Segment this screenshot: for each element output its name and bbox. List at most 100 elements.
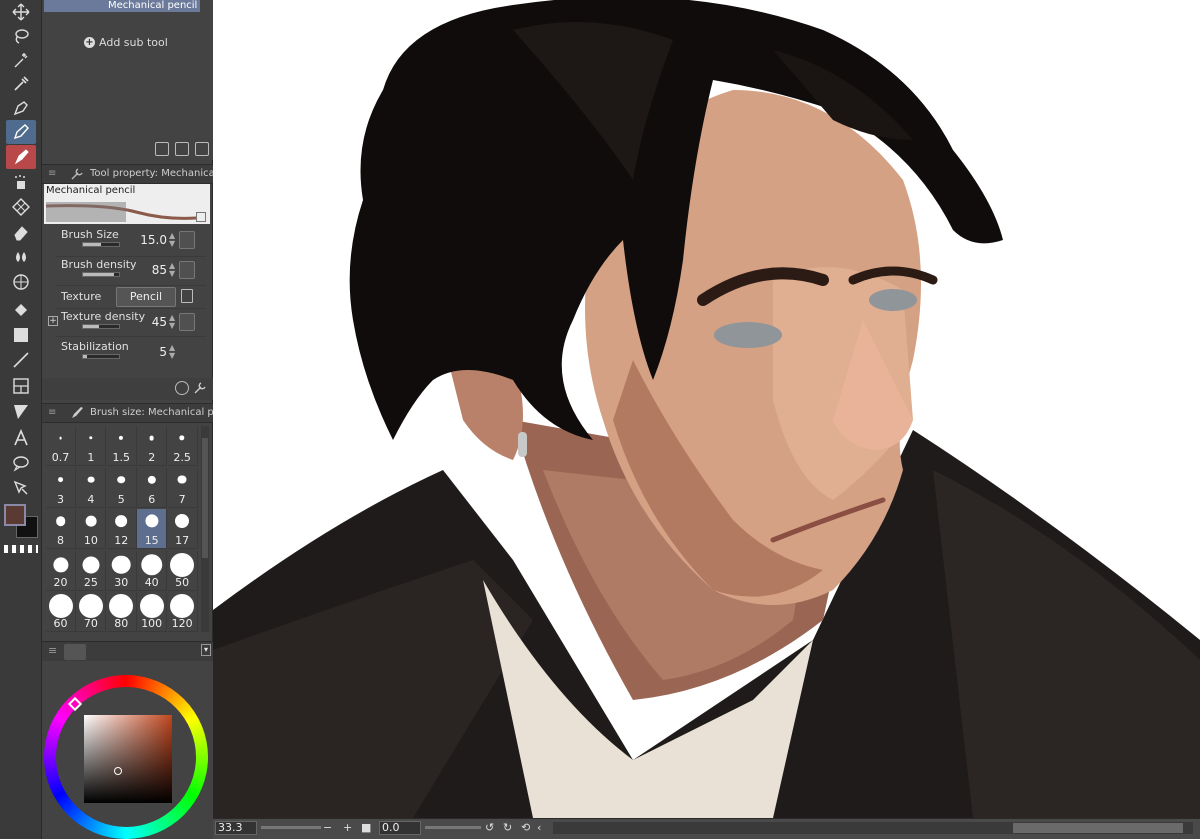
tab-color-wheel[interactable] [64,644,86,660]
trash-icon[interactable] [181,289,193,303]
brush-size-cell[interactable]: 30 [106,550,137,591]
brush-size-cell[interactable]: 40 [137,550,168,591]
brush-size-cell[interactable]: 60 [46,592,76,632]
line-tool-icon[interactable] [6,348,36,372]
airbrush-tool-icon[interactable] [6,170,36,194]
brush-size-cell[interactable]: 0.7 [46,426,76,466]
balloon-tail-tool-icon[interactable] [6,400,36,424]
chevron-down-icon[interactable]: ▾ [201,644,211,656]
sv-marker[interactable] [114,767,122,775]
brush-size-cell[interactable]: 80 [106,592,137,632]
brush-size-cell[interactable]: 1.5 [106,426,137,466]
scrollbar-thumb[interactable] [1013,823,1183,833]
brush-tool-icon[interactable] [6,145,36,169]
frame-tool-icon[interactable] [6,374,36,398]
brush-size-cell[interactable]: 8 [46,509,76,549]
move-tool-icon[interactable] [6,0,36,24]
operation-tool-icon[interactable] [6,476,36,500]
decoration-tool-icon[interactable] [6,195,36,219]
tool-property-header[interactable]: ≡ Tool property: Mechanical p [42,164,213,184]
brush-size-cell[interactable]: 6 [137,467,168,508]
brush-size-cell[interactable]: 25 [76,550,107,591]
brush-size-panel-header[interactable]: ≡ Brush size: Mechanical pen [42,403,213,423]
gradient-tool-icon[interactable] [6,323,36,347]
saturation-value-square[interactable] [84,715,172,803]
spin-icon[interactable]: ▲ ▼ [169,344,177,360]
add-subtool-button[interactable]: + Add sub tool [84,36,168,49]
figure-tool-icon[interactable] [6,270,36,294]
grip-icon[interactable]: ≡ [48,644,57,657]
brush-size-cell[interactable]: 7 [167,467,198,508]
flip-icon[interactable]: ‹ [537,821,541,834]
texture-select-button[interactable]: Pencil [116,287,176,307]
brush-size-cell[interactable]: 70 [76,592,107,632]
lasso-tool-icon[interactable] [6,24,36,48]
main-color-swatch[interactable] [4,504,26,526]
rotate-left-icon[interactable]: ↺ [485,821,494,834]
texture-density-value[interactable]: 45 [152,315,167,329]
brush-size-value[interactable]: 15.0 [140,233,167,247]
scrollbar-thumb[interactable] [202,438,208,558]
subtool-item-mechanical-pencil[interactable]: Mechanical pencil [44,0,200,12]
brush-size-cell[interactable]: 12 [106,509,137,549]
spin-icon[interactable]: ▲ ▼ [169,262,177,278]
pen-tool-icon[interactable] [6,96,36,120]
tab-color-slider[interactable] [94,644,116,660]
zoom-slider[interactable] [261,826,321,829]
brush-size-cell[interactable]: 4 [76,467,107,508]
rotation-input[interactable]: 0.0 [379,821,421,835]
fit-icon[interactable]: ■ [361,821,371,834]
zoom-out-icon[interactable]: − [323,821,332,834]
blend-tool-icon[interactable] [6,245,36,269]
brush-size-slider[interactable] [82,242,120,247]
tab-color-set[interactable] [124,644,146,660]
transparent-color-swatch[interactable] [4,545,38,553]
horizontal-scrollbar[interactable] [553,822,1193,834]
brush-size-cell[interactable]: 15 [137,509,168,549]
brush-size-cell[interactable]: 100 [137,592,168,632]
brush-size-cell[interactable]: 50 [167,550,198,591]
spin-icon[interactable]: ▲ ▼ [169,314,177,330]
brush-size-scrollbar[interactable] [201,426,209,632]
brush-density-value[interactable]: 85 [152,263,167,277]
magic-wand-tool-icon[interactable] [6,48,36,72]
texture-density-slider[interactable] [82,324,120,329]
reset-rotation-icon[interactable]: ⟲ [521,821,530,834]
zoom-in-icon[interactable]: + [343,821,352,834]
density-settings-button[interactable] [179,261,195,279]
spin-icon[interactable]: ▲ ▼ [169,232,177,248]
tab-intermediate-color[interactable] [154,644,176,660]
brush-size-cell[interactable]: 2 [137,426,168,466]
pressure-settings-button[interactable] [179,231,195,249]
brush-size-cell[interactable]: 1 [76,426,107,466]
eraser-tool-icon[interactable] [6,220,36,244]
import-icon[interactable] [155,142,169,156]
brush-size-cell[interactable]: 3 [46,467,76,508]
brush-size-cell[interactable]: 17 [167,509,198,549]
zoom-input[interactable]: 33.3 [215,821,257,835]
lock-icon[interactable] [196,212,206,222]
rotate-right-icon[interactable]: ↻ [503,821,512,834]
brush-size-cell[interactable]: 10 [76,509,107,549]
stabilization-value[interactable]: 5 [159,345,167,359]
pencil-tool-icon[interactable] [6,120,36,144]
brush-size-cell[interactable]: 5 [106,467,137,508]
grip-icon[interactable]: ≡ [48,404,56,422]
canvas[interactable] [213,0,1200,818]
duplicate-icon[interactable] [175,142,189,156]
brush-size-cell[interactable]: 20 [46,550,76,591]
eyedropper-tool-icon[interactable] [6,72,36,96]
wrench-icon[interactable] [193,381,207,395]
brush-density-slider[interactable] [82,272,120,277]
rotation-slider[interactable] [425,826,481,829]
fill-tool-icon[interactable] [6,298,36,322]
stabilization-slider[interactable] [82,354,120,359]
grip-icon[interactable]: ≡ [48,165,56,183]
reset-icon[interactable] [175,381,189,395]
text-tool-icon[interactable] [6,426,36,450]
trash-icon[interactable] [195,142,209,156]
texture-settings-button[interactable] [179,313,195,331]
brush-size-cell[interactable]: 2.5 [167,426,198,466]
balloon-tool-icon[interactable] [6,451,36,475]
expand-icon[interactable]: + [48,316,58,326]
